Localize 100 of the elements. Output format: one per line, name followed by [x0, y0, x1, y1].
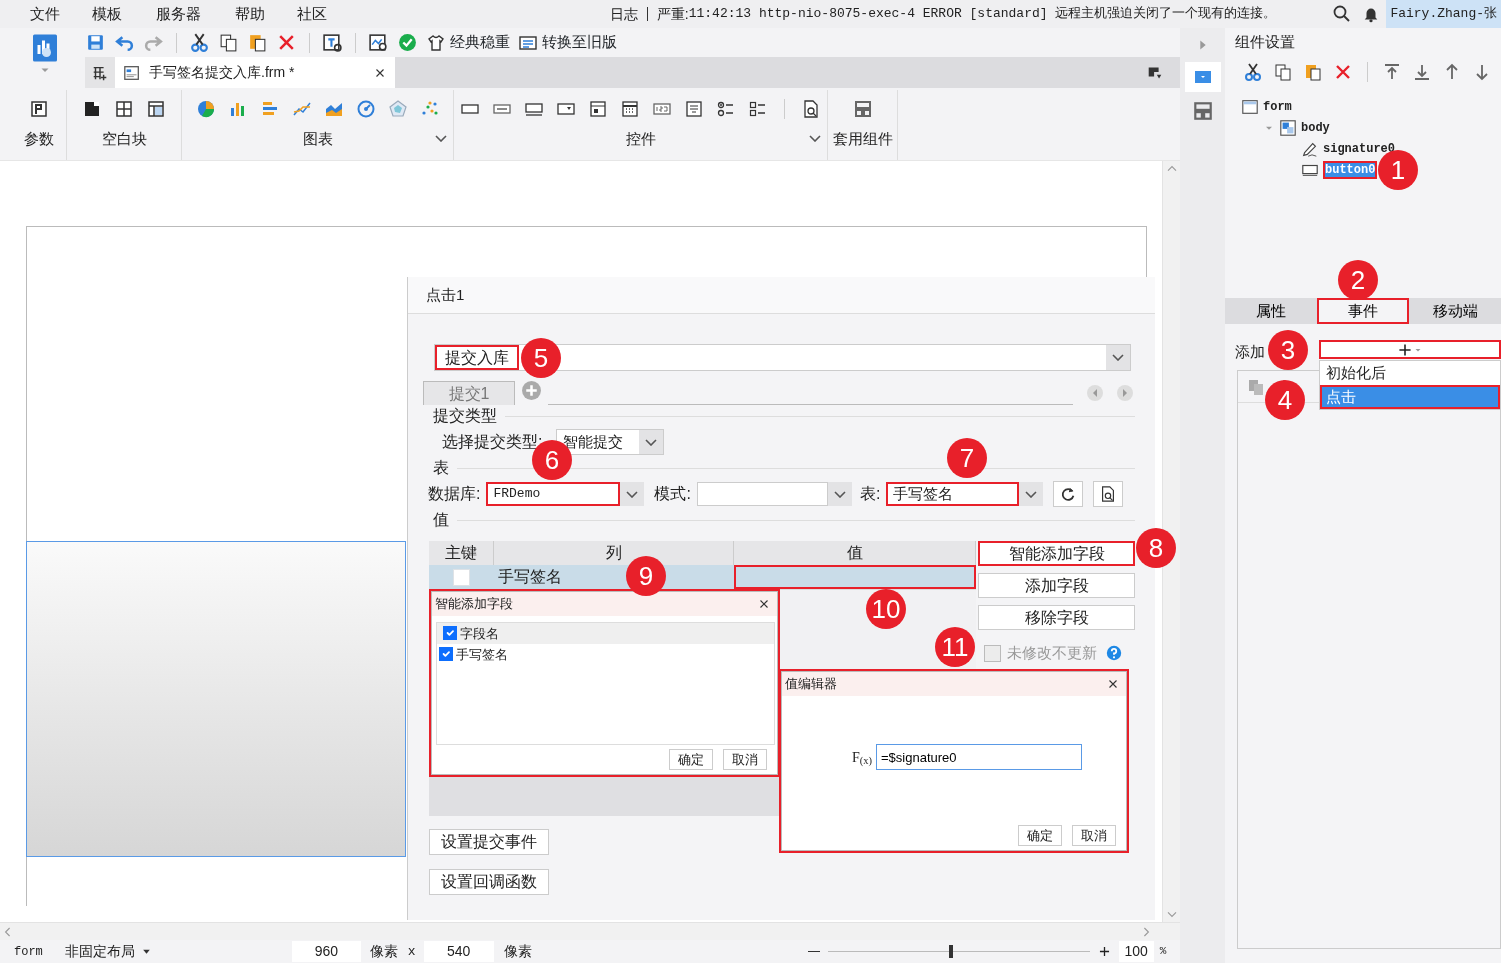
group-label: 空白块	[101, 129, 147, 149]
chevron-icon	[1112, 354, 1124, 361]
formula-field[interactable]: =$signature0	[876, 744, 1082, 770]
text-area-widget-icon[interactable]	[684, 99, 704, 119]
grid-icon[interactable]	[114, 99, 134, 119]
checkbox-label: 字段名	[460, 624, 499, 643]
panel-tab[interactable]: 事件	[1317, 298, 1409, 324]
height-field[interactable]: 540	[423, 941, 494, 962]
zoom-slider-thumb[interactable]	[948, 945, 953, 958]
width-field[interactable]: 960	[291, 941, 361, 962]
add-event-button[interactable]	[1319, 340, 1501, 359]
menu-item[interactable]: 文件	[30, 2, 60, 26]
menu-item[interactable]: 初始化后	[1320, 361, 1500, 385]
help-icon[interactable]	[1105, 644, 1123, 663]
unit-label: 像素	[369, 942, 398, 961]
chevron-icon	[833, 490, 846, 498]
dialog-button[interactable]: 确定	[669, 749, 713, 770]
field-label: 模式:	[654, 484, 691, 504]
dialog-button[interactable]: 取消	[723, 749, 767, 770]
checkbox-label: 手写签名	[456, 645, 508, 664]
panel-tab[interactable]: 移动端	[1409, 298, 1501, 324]
zoom-in-icon[interactable]	[1097, 945, 1111, 958]
log-button[interactable]: 日志	[609, 3, 638, 25]
parameter-icon[interactable]	[29, 99, 49, 119]
checkbox[interactable]	[443, 626, 457, 641]
date-widget-icon[interactable]	[588, 99, 608, 119]
table-icon[interactable]	[146, 99, 166, 119]
dialog-button[interactable]: 取消	[1072, 825, 1116, 846]
layout-dropdown[interactable]: 非固定布局	[64, 941, 135, 962]
file-tab[interactable]: 手写签名提交入库.frm *	[115, 57, 395, 88]
table-select[interactable]: 手写签名	[886, 482, 1020, 506]
preview-widget-icon[interactable]	[801, 99, 821, 119]
menu-item[interactable]: 模板	[92, 2, 122, 26]
cut-icon[interactable]	[1243, 62, 1263, 82]
action-button[interactable]: 设置回调函数	[429, 869, 549, 895]
chevron-icon[interactable]	[809, 135, 821, 142]
field-label: 表:	[859, 484, 881, 504]
save-icon[interactable]	[85, 32, 106, 53]
dropdown-widget-tab[interactable]	[1184, 62, 1221, 92]
copy-icon[interactable]	[218, 32, 239, 53]
check-icon[interactable]	[397, 32, 418, 53]
pie-chart-icon[interactable]	[195, 99, 216, 119]
convert-button[interactable]: 转换至旧版	[518, 31, 617, 54]
preview-icon[interactable]	[368, 32, 389, 53]
app-icon[interactable]	[30, 33, 60, 63]
gauge-chart-icon[interactable]	[355, 99, 376, 119]
dropdown-button[interactable]	[1019, 482, 1044, 506]
section-title: 表	[433, 458, 449, 478]
grid-add-button[interactable]	[85, 57, 115, 88]
window-icon	[1241, 97, 1259, 116]
previous-icon[interactable]	[1085, 383, 1105, 403]
group-label: 控件	[625, 129, 656, 149]
tree-item[interactable]: body	[1301, 118, 1330, 137]
body-icon	[1279, 118, 1297, 137]
dialog-button[interactable]: 确定	[1018, 825, 1062, 846]
menu-item[interactable]: 服务器	[156, 2, 201, 26]
block-icon[interactable]	[82, 99, 102, 119]
menu-item[interactable]: 社区	[297, 2, 327, 26]
move-bottom-icon[interactable]	[1412, 62, 1432, 82]
refresh-button[interactable]	[1053, 481, 1084, 507]
form-icon	[123, 63, 141, 82]
zoom-field[interactable]: 100	[1118, 941, 1154, 962]
checkbox-label: 未修改不更新	[1007, 643, 1097, 663]
theme-button[interactable]: 经典稳重	[426, 31, 510, 54]
section-title: 提交类型	[433, 406, 497, 426]
template-icon[interactable]	[322, 32, 343, 53]
move-top-icon[interactable]	[1382, 62, 1402, 82]
layout-icon[interactable]	[1191, 100, 1214, 122]
formula-label[interactable]: F$_{(x)}$	[851, 746, 872, 768]
chevron-icon[interactable]	[435, 135, 447, 142]
action-button[interactable]: 设置提交事件	[429, 829, 549, 855]
radio-widget-icon[interactable]	[716, 99, 736, 119]
checkbox[interactable]	[439, 647, 453, 662]
plus-icon	[1397, 341, 1413, 358]
dropdown-button[interactable]	[827, 482, 852, 506]
panel-tab[interactable]: 属性	[1225, 298, 1317, 324]
field-button[interactable]: 添加字段	[978, 573, 1135, 598]
checkbox-widget-icon[interactable]	[748, 99, 768, 119]
cut-icon[interactable]	[189, 32, 210, 53]
tree-item[interactable]: form	[1263, 97, 1292, 116]
field-button[interactable]: 智能添加字段	[978, 541, 1135, 566]
copy-icon[interactable]	[1273, 62, 1293, 82]
event-label: 添加	[1235, 342, 1265, 362]
database-select[interactable]: FRDemo	[486, 482, 621, 506]
paste-icon[interactable]	[1303, 62, 1323, 82]
menu-item[interactable]: 帮助	[235, 2, 265, 26]
submit-tab[interactable]: 提交1	[423, 381, 515, 405]
user-name[interactable]: Fairy.Zhang-张	[1386, 0, 1501, 28]
calendar-widget-icon[interactable]	[620, 99, 640, 119]
dialog-title: 智能添加字段	[435, 595, 513, 614]
next-icon[interactable]	[1115, 383, 1135, 403]
dropdown-button[interactable]	[620, 482, 645, 506]
group-label: 图表	[302, 129, 333, 149]
layout-icon[interactable]	[852, 99, 873, 119]
preview-button[interactable]	[1093, 481, 1124, 507]
value-cell[interactable]	[734, 565, 976, 589]
paste-icon[interactable]	[247, 32, 268, 53]
add-tab-icon[interactable]	[521, 380, 542, 401]
field-button[interactable]: 移除字段	[978, 605, 1135, 630]
times-label: x	[407, 942, 416, 961]
